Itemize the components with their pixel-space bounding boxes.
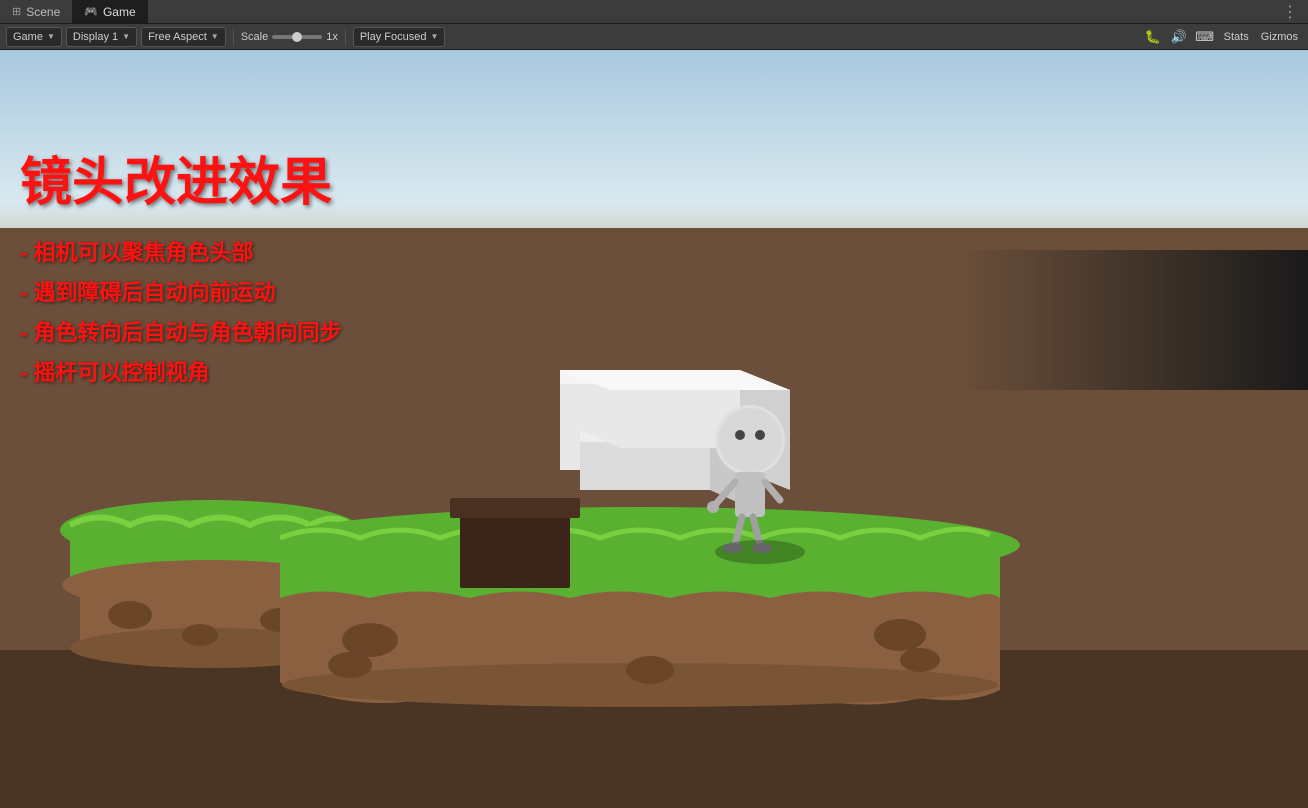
scene-tab-label: Scene bbox=[26, 5, 60, 19]
aspect-dropdown[interactable]: Free Aspect ▼ bbox=[141, 27, 226, 47]
tab-bar: ⊞ Scene 🎮 Game ⋮ bbox=[0, 0, 1308, 24]
bullet-item-4: - 摇杆可以控制视角 bbox=[20, 355, 341, 387]
game-tab-icon: 🎮 bbox=[84, 5, 98, 18]
game-dropdown[interactable]: Game ▼ bbox=[6, 27, 62, 47]
bullet-item-2: - 遇到障碍后自动向前运动 bbox=[20, 275, 341, 307]
play-focused-arrow: ▼ bbox=[431, 32, 439, 41]
audio-icon-button[interactable]: 🔊 bbox=[1168, 27, 1190, 47]
bullet-item-1: - 相机可以聚焦角色头部 bbox=[20, 235, 341, 267]
toolbar-right: 🐛 🔊 ⌨ Stats Gizmos bbox=[1142, 27, 1302, 47]
overlay-text: 镜头改进效果 - 相机可以聚焦角色头部 - 遇到障碍后自动向前运动 - 角色转向… bbox=[20, 140, 341, 395]
scale-value: 1x bbox=[326, 31, 338, 43]
more-tabs-button[interactable]: ⋮ bbox=[1272, 0, 1308, 23]
game-tab-label: Game bbox=[103, 5, 136, 19]
bullet-list: - 相机可以聚焦角色头部 - 遇到障碍后自动向前运动 - 角色转向后自动与角色朝… bbox=[20, 235, 341, 387]
play-focused-dropdown[interactable]: Play Focused ▼ bbox=[353, 27, 446, 47]
aspect-dropdown-arrow: ▼ bbox=[211, 32, 219, 41]
gizmos-button[interactable]: Gizmos bbox=[1257, 29, 1302, 45]
separator-1 bbox=[233, 29, 234, 45]
bullet-item-3: - 角色转向后自动与角色朝向同步 bbox=[20, 315, 341, 347]
bug-icon-button[interactable]: 🐛 bbox=[1142, 27, 1164, 47]
game-dropdown-arrow: ▼ bbox=[47, 32, 55, 41]
display-dropdown-arrow: ▼ bbox=[122, 32, 130, 41]
scene-tab-icon: ⊞ bbox=[12, 5, 21, 18]
display-dropdown-label: Display 1 bbox=[73, 31, 118, 43]
scale-control: Scale 1x bbox=[241, 31, 338, 43]
game-toolbar: Game ▼ Display 1 ▼ Free Aspect ▼ Scale 1… bbox=[0, 24, 1308, 50]
play-focused-label: Play Focused bbox=[360, 31, 427, 43]
separator-2 bbox=[345, 29, 346, 45]
aspect-dropdown-label: Free Aspect bbox=[148, 31, 207, 43]
overlay-title: 镜头改进效果 bbox=[20, 140, 341, 215]
stats-button[interactable]: Stats bbox=[1220, 29, 1253, 45]
game-dropdown-label: Game bbox=[13, 31, 43, 43]
tab-scene[interactable]: ⊞ Scene bbox=[0, 0, 72, 23]
game-viewport: 镜头改进效果 - 相机可以聚焦角色头部 - 遇到障碍后自动向前运动 - 角色转向… bbox=[0, 50, 1308, 808]
tab-game[interactable]: 🎮 Game bbox=[72, 0, 147, 23]
scale-slider[interactable] bbox=[272, 35, 322, 39]
keyboard-icon-button[interactable]: ⌨ bbox=[1194, 27, 1216, 47]
scale-label: Scale bbox=[241, 31, 269, 43]
display-dropdown[interactable]: Display 1 ▼ bbox=[66, 27, 137, 47]
